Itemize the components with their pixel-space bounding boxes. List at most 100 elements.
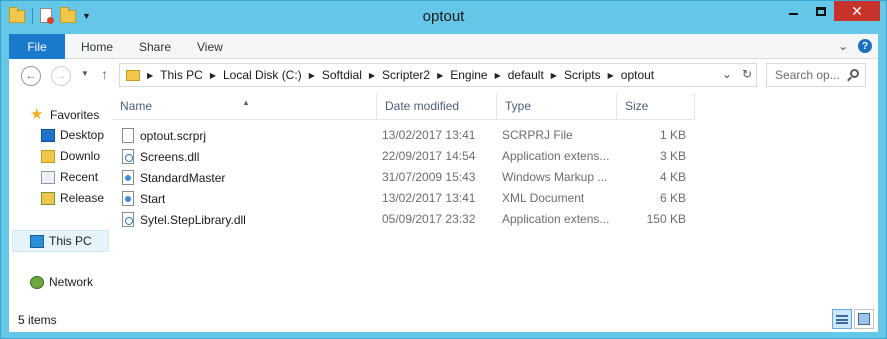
recent-places-icon bbox=[41, 170, 55, 184]
breadcrumb-chevron-icon[interactable]: ▶ bbox=[551, 71, 557, 80]
breadcrumb-optout[interactable]: optout bbox=[621, 68, 654, 82]
markup-file-icon bbox=[122, 170, 134, 185]
column-date-label: Date modified bbox=[385, 99, 460, 113]
column-header-date[interactable]: Date modified bbox=[377, 93, 497, 120]
nav-recent[interactable]: Recent bbox=[41, 170, 98, 184]
refresh-icon[interactable]: ↻ bbox=[742, 67, 752, 81]
breadcrumb-chevron-icon[interactable]: ▶ bbox=[147, 71, 153, 80]
file-type: XML Document bbox=[502, 191, 585, 205]
nav-favorites[interactable]: ★ Favorites bbox=[30, 107, 99, 122]
nav-this-pc-label: This PC bbox=[49, 234, 92, 248]
xml-file-icon bbox=[122, 191, 134, 206]
tab-home[interactable]: Home bbox=[81, 40, 113, 54]
file-date: 13/02/2017 13:41 bbox=[382, 128, 476, 142]
minimize-button[interactable] bbox=[780, 1, 807, 21]
file-row[interactable]: Screens.dll 22/09/2017 14:54 Application… bbox=[112, 146, 695, 167]
close-button[interactable]: ✕ bbox=[834, 1, 880, 21]
large-icons-view-button[interactable] bbox=[854, 309, 874, 329]
search-input[interactable]: Search op... bbox=[766, 63, 866, 87]
address-history-chevron-down-icon[interactable]: ⌄ bbox=[722, 67, 732, 81]
nav-downloads[interactable]: Downlo bbox=[41, 149, 100, 163]
breadcrumb-chevron-icon[interactable]: ▶ bbox=[437, 71, 443, 80]
tab-view[interactable]: View bbox=[197, 40, 223, 54]
breadcrumb-scripts[interactable]: Scripts bbox=[564, 68, 601, 82]
file-icon bbox=[122, 128, 134, 143]
file-name: Screens.dll bbox=[140, 149, 200, 164]
breadcrumb-local-disk[interactable]: Local Disk (C:) bbox=[223, 68, 302, 82]
column-header-type[interactable]: Type bbox=[497, 93, 617, 120]
star-icon: ★ bbox=[30, 106, 44, 123]
desktop-icon bbox=[41, 128, 55, 142]
up-button[interactable]: ↑ bbox=[101, 66, 108, 82]
file-row[interactable]: optout.scrprj 13/02/2017 13:41 SCRPRJ Fi… bbox=[112, 125, 695, 146]
file-type: Application extens... bbox=[502, 149, 610, 163]
file-name: optout.scrprj bbox=[140, 128, 207, 143]
breadcrumb-chevron-icon[interactable]: ▶ bbox=[495, 71, 501, 80]
breadcrumb-chevron-icon[interactable]: ▶ bbox=[210, 71, 216, 80]
breadcrumb-engine[interactable]: Engine bbox=[450, 68, 487, 82]
details-view-icon bbox=[836, 314, 848, 324]
nav-desktop[interactable]: Desktop bbox=[41, 128, 104, 142]
nav-release[interactable]: Release bbox=[41, 191, 104, 205]
dll-file-icon bbox=[122, 149, 134, 164]
breadcrumb-this-pc[interactable]: This PC bbox=[160, 68, 203, 82]
column-header-size[interactable]: Size bbox=[617, 93, 695, 120]
close-icon: ✕ bbox=[851, 3, 863, 19]
file-row[interactable]: Start 13/02/2017 13:41 XML Document 6 KB bbox=[112, 188, 695, 209]
window-controls: ✕ bbox=[780, 1, 880, 21]
breadcrumb-chevron-icon[interactable]: ▶ bbox=[369, 71, 375, 80]
help-icon[interactable]: ? bbox=[858, 39, 872, 53]
window-title: optout bbox=[422, 8, 465, 25]
content-area: ★ Favorites Desktop Downlo Recent Releas… bbox=[9, 93, 878, 308]
column-headers: ▲ Name Date modified Type Size bbox=[112, 93, 695, 120]
up-arrow-icon: ↑ bbox=[101, 66, 108, 82]
navigation-bar: ← → ▼ ↑ ▶ This PC ▶ Local Disk (C:) ▶ So… bbox=[9, 59, 878, 93]
title-bar: ▼ optout ✕ bbox=[1, 1, 886, 34]
breadcrumb-scripter2[interactable]: Scripter2 bbox=[382, 68, 430, 82]
item-count: 5 items bbox=[18, 313, 57, 327]
back-arrow-icon: ← bbox=[25, 70, 37, 82]
file-size: 150 KB bbox=[646, 212, 686, 226]
dll-file-icon bbox=[122, 212, 134, 227]
column-type-label: Type bbox=[505, 99, 532, 113]
nav-favorites-label: Favorites bbox=[50, 107, 100, 122]
nav-network-label: Network bbox=[49, 275, 94, 289]
column-name-label: Name bbox=[120, 99, 153, 113]
network-icon bbox=[30, 275, 44, 289]
forward-button[interactable]: → bbox=[51, 66, 71, 86]
file-date: 05/09/2017 23:32 bbox=[382, 212, 476, 226]
address-bar[interactable]: ▶ This PC ▶ Local Disk (C:) ▶ Softdial ▶… bbox=[119, 63, 757, 87]
computer-icon bbox=[30, 234, 44, 248]
column-header-name[interactable]: ▲ Name bbox=[112, 93, 377, 120]
nav-recent-label: Recent bbox=[60, 170, 99, 184]
file-type: Windows Markup ... bbox=[502, 170, 608, 184]
breadcrumb-default[interactable]: default bbox=[508, 68, 544, 82]
tab-share[interactable]: Share bbox=[139, 40, 171, 54]
status-bar: 5 items bbox=[9, 308, 878, 332]
sort-ascending-icon: ▲ bbox=[242, 98, 250, 107]
nav-desktop-label: Desktop bbox=[60, 128, 105, 142]
nav-release-label: Release bbox=[60, 191, 105, 205]
expand-ribbon-chevron-down-icon[interactable]: ⌄ bbox=[838, 39, 848, 53]
back-button[interactable]: ← bbox=[21, 66, 41, 86]
nav-this-pc[interactable]: This PC bbox=[30, 234, 92, 248]
details-view-button[interactable] bbox=[832, 309, 852, 329]
file-row[interactable]: StandardMaster 31/07/2009 15:43 Windows … bbox=[112, 167, 695, 188]
nav-network[interactable]: Network bbox=[30, 275, 93, 289]
recent-locations-chevron-down-icon[interactable]: ▼ bbox=[81, 69, 89, 78]
breadcrumb-chevron-icon[interactable]: ▶ bbox=[608, 71, 614, 80]
folder-shortcut-icon bbox=[41, 191, 55, 205]
minimize-icon bbox=[789, 13, 798, 15]
file-row[interactable]: Sytel.StepLibrary.dll 05/09/2017 23:32 A… bbox=[112, 209, 695, 230]
file-size: 6 KB bbox=[659, 191, 686, 205]
tab-file[interactable]: File bbox=[9, 34, 65, 59]
navigation-pane: ★ Favorites Desktop Downlo Recent Releas… bbox=[9, 93, 109, 308]
view-switcher bbox=[832, 309, 874, 329]
file-name: Start bbox=[140, 191, 166, 206]
search-icon bbox=[850, 69, 859, 78]
breadcrumb-chevron-icon[interactable]: ▶ bbox=[309, 71, 315, 80]
file-size: 1 KB bbox=[659, 128, 686, 142]
search-placeholder: Search op... bbox=[775, 68, 840, 82]
maximize-button[interactable] bbox=[807, 1, 834, 21]
breadcrumb-softdial[interactable]: Softdial bbox=[322, 68, 362, 82]
